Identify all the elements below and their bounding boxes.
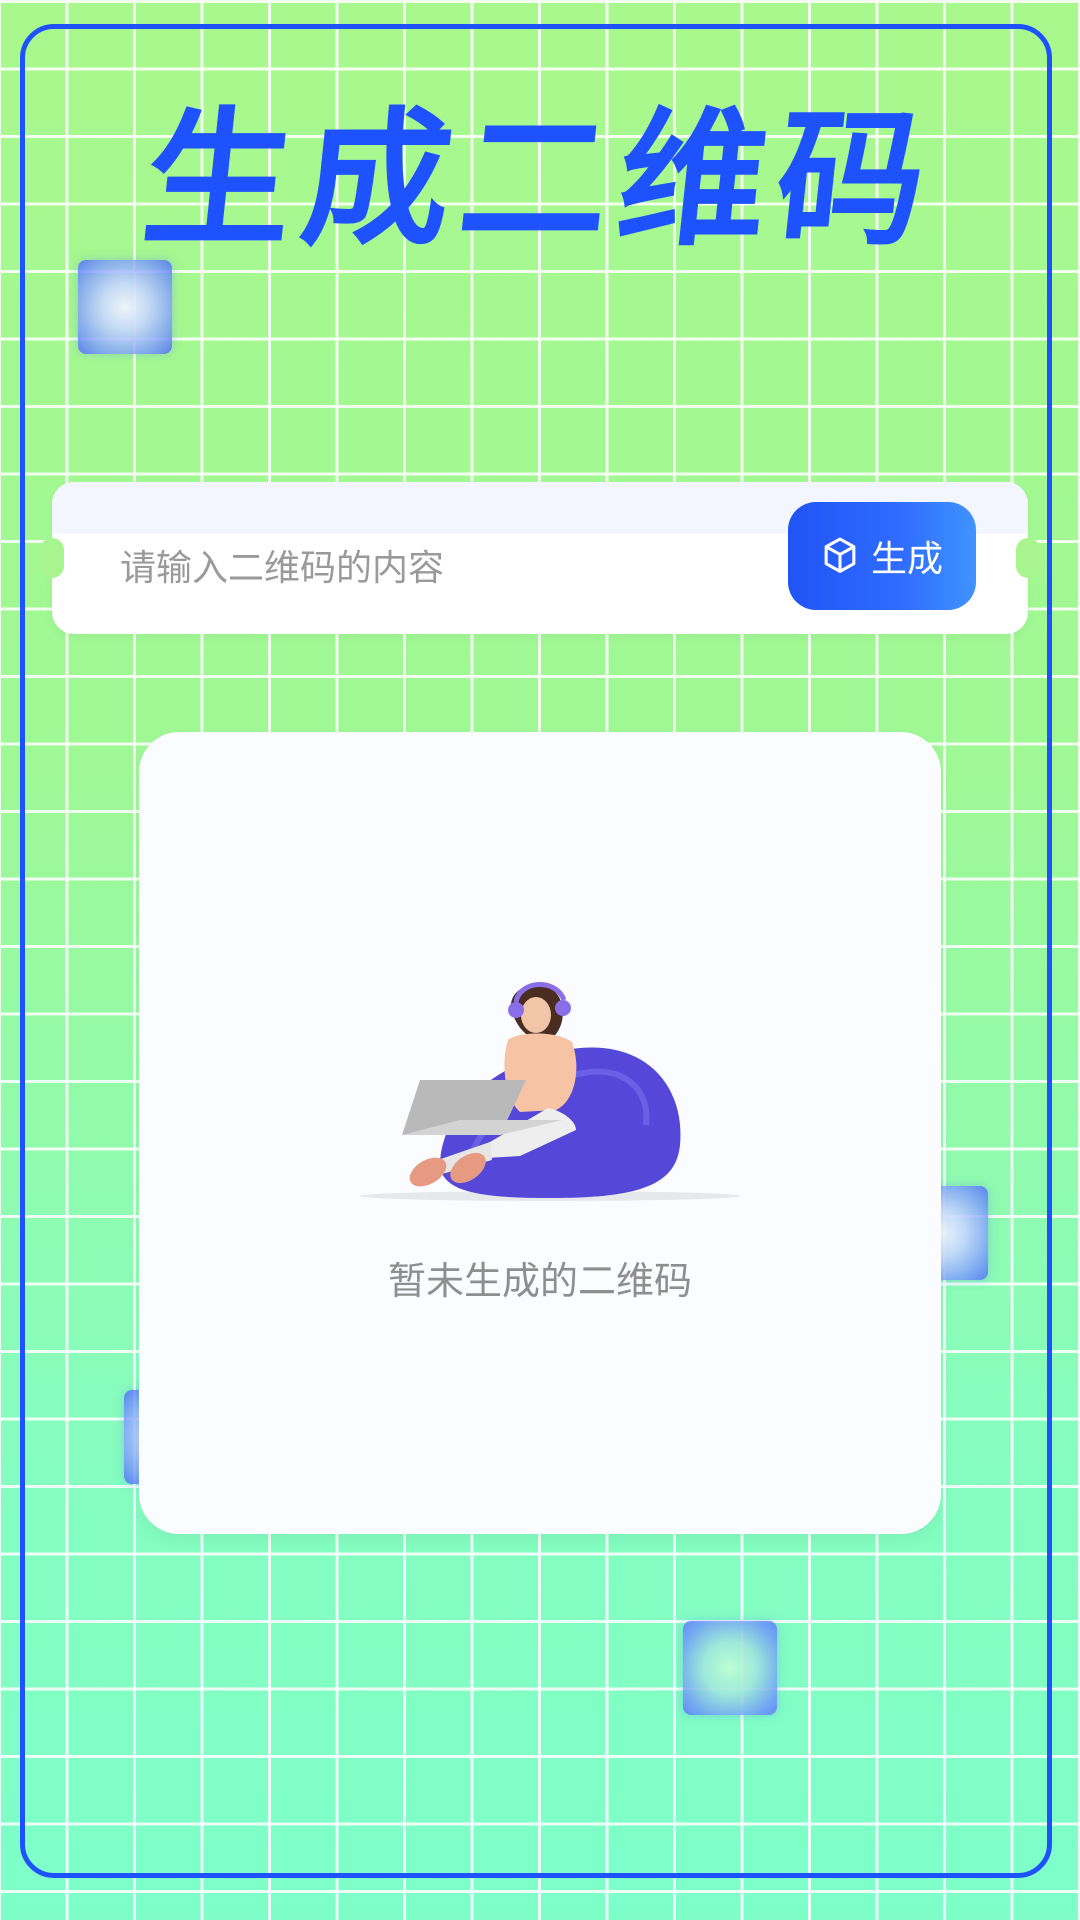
generate-button[interactable]: 生成 [788, 502, 976, 610]
cube-icon [821, 536, 859, 576]
card-notch-left [40, 538, 64, 578]
decorative-tile [78, 260, 172, 354]
decorative-tile [683, 1621, 777, 1715]
empty-state-text: 暂未生成的二维码 [387, 1259, 692, 1303]
empty-state-illustration [360, 982, 740, 1201]
qr-content-input[interactable] [118, 532, 802, 604]
generate-button-label: 生成 [870, 539, 943, 580]
page-title: 生成二维码 [135, 94, 945, 266]
card-notch-right [1016, 538, 1040, 578]
